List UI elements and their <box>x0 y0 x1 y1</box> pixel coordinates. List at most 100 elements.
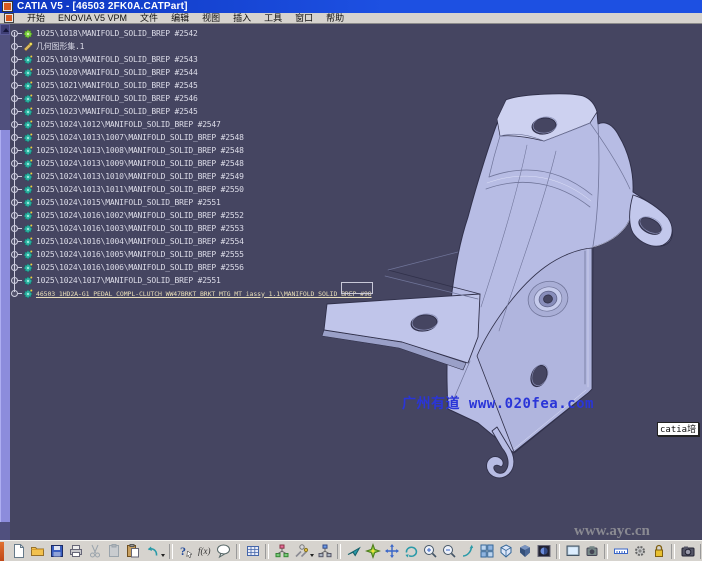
tree-item[interactable]: 1025\1024\1013\1011\MANIFOLD_SOLID_BREP … <box>10 183 244 196</box>
network-blue-icon[interactable] <box>316 543 333 560</box>
tree-node-handle[interactable] <box>11 160 18 167</box>
multi-view-icon[interactable] <box>478 543 495 560</box>
menu-item[interactable]: 插入 <box>233 13 251 24</box>
menu-item[interactable]: 编辑 <box>171 13 189 24</box>
tree-item-label: 1025\1024\1013\1008\MANIFOLD_SOLID_BREP … <box>36 146 244 155</box>
zoom-in-icon[interactable] <box>421 543 438 560</box>
scroll-up-button[interactable] <box>0 24 10 35</box>
normal-view-icon[interactable] <box>459 543 476 560</box>
bolts-icon[interactable] <box>292 543 309 560</box>
menu-item[interactable]: 窗口 <box>295 13 313 24</box>
tree-node-handle[interactable] <box>11 43 18 50</box>
toolbar-grip[interactable] <box>0 542 4 561</box>
tree-node-handle[interactable] <box>11 121 18 128</box>
save-icon[interactable] <box>48 543 65 560</box>
undo-icon[interactable] <box>143 543 160 560</box>
camera-rotate-icon[interactable] <box>583 543 600 560</box>
cut-disabled-icon[interactable] <box>86 543 103 560</box>
tree-item[interactable]: 1025\1019\MANIFOLD_SOLID_BREP #2543 <box>10 53 198 66</box>
render-style-icon[interactable] <box>535 543 552 560</box>
tree-node-handle[interactable] <box>11 173 18 180</box>
screen-icon[interactable] <box>564 543 581 560</box>
tree-item[interactable]: 1025\1024\1012\MANIFOLD_SOLID_BREP #2547 <box>10 118 221 131</box>
tree-item[interactable]: 1025\1024\1015\MANIFOLD_SOLID_BREP #2551 <box>10 196 221 209</box>
dropdown-arrow-icon[interactable] <box>310 554 314 557</box>
tree-item[interactable]: 1025\1020\MANIFOLD_SOLID_BREP #2544 <box>10 66 198 79</box>
tree-node-handle[interactable] <box>11 30 18 37</box>
document-icon[interactable] <box>4 13 14 23</box>
camera-icon[interactable] <box>679 543 696 560</box>
scrollbar-track[interactable] <box>0 35 10 130</box>
tree-node-handle[interactable] <box>11 108 18 115</box>
tree-item[interactable]: 1025\1024\1016\1004\MANIFOLD_SOLID_BREP … <box>10 235 244 248</box>
tree-node-handle[interactable] <box>11 82 18 89</box>
tree-node-handle[interactable] <box>11 147 18 154</box>
tree-item[interactable]: 46503 1HD2A-G1 PEDAL COMPL-CLUTCH WW47BR… <box>10 287 372 300</box>
tree-node-handle[interactable] <box>11 277 18 284</box>
menu-item[interactable]: 帮助 <box>326 13 344 24</box>
tree-item[interactable]: 1025\1024\1013\1008\MANIFOLD_SOLID_BREP … <box>10 144 244 157</box>
paste-disabled-icon[interactable] <box>105 543 122 560</box>
tree-node-handle[interactable] <box>11 186 18 193</box>
new-document-icon[interactable] <box>10 543 27 560</box>
tree-branch-line <box>18 163 22 164</box>
network-pink-icon[interactable] <box>273 543 290 560</box>
paste-special-icon[interactable] <box>124 543 141 560</box>
3d-viewport[interactable]: 1025\1018\MANIFOLD_SOLID_BREP #2542 几何图形… <box>0 24 702 540</box>
tree-node-handle[interactable] <box>11 251 18 258</box>
scrollbar-thumb[interactable] <box>0 130 10 522</box>
tree-node-handle[interactable] <box>11 95 18 102</box>
part-teal-icon <box>23 94 33 104</box>
tree-node-handle[interactable] <box>11 225 18 232</box>
menu-item[interactable]: 视图 <box>202 13 220 24</box>
pan-icon[interactable] <box>383 543 400 560</box>
tree-node-handle[interactable] <box>11 134 18 141</box>
shaded-view-icon[interactable] <box>516 543 533 560</box>
menu-item[interactable]: 文件 <box>140 13 158 24</box>
tree-node-handle[interactable] <box>11 69 18 76</box>
tree-item[interactable]: 1025\1024\1016\1005\MANIFOLD_SOLID_BREP … <box>10 248 244 261</box>
tree-node-handle[interactable] <box>11 212 18 219</box>
tree-node-handle[interactable] <box>11 56 18 63</box>
tree-node-handle[interactable] <box>11 290 18 297</box>
tree-item[interactable]: 1025\1021\MANIFOLD_SOLID_BREP #2545 <box>10 79 198 92</box>
label-edit-box[interactable] <box>341 282 373 294</box>
open-folder-icon[interactable] <box>29 543 46 560</box>
menu-item[interactable]: 工具 <box>264 13 282 24</box>
tree-branch-line <box>18 241 22 242</box>
annotation-icon[interactable] <box>215 543 232 560</box>
grid-icon[interactable] <box>244 543 261 560</box>
tree-item[interactable]: 1025\1024\1013\1009\MANIFOLD_SOLID_BREP … <box>10 157 244 170</box>
measure-icon[interactable] <box>612 543 629 560</box>
gear-page-icon[interactable] <box>631 543 648 560</box>
tree-scrollbar[interactable] <box>0 24 10 540</box>
tree-node-handle[interactable] <box>11 264 18 271</box>
tree-item[interactable]: 1025\1024\1013\1010\MANIFOLD_SOLID_BREP … <box>10 170 244 183</box>
menu-item[interactable]: 开始 <box>27 13 45 24</box>
tree-item[interactable]: 1025\1018\MANIFOLD_SOLID_BREP #2542 <box>10 27 198 40</box>
lock-icon[interactable] <box>650 543 667 560</box>
zoom-out-icon[interactable] <box>440 543 457 560</box>
help-icon[interactable]: ? <box>177 543 194 560</box>
tree-item[interactable]: 1025\1022\MANIFOLD_SOLID_BREP #2546 <box>10 92 198 105</box>
tree-item[interactable]: 1025\1023\MANIFOLD_SOLID_BREP #2545 <box>10 105 198 118</box>
dropdown-arrow-icon[interactable] <box>161 554 165 557</box>
title-bar[interactable]: CATIA V5 - [46503 2FK0A.CATPart] <box>0 0 702 13</box>
tree-node-handle[interactable] <box>11 199 18 206</box>
iso-view-icon[interactable] <box>497 543 514 560</box>
menu-item[interactable]: ENOVIA V5 VPM <box>58 13 127 24</box>
tree-item[interactable]: 1025\1024\1016\1006\MANIFOLD_SOLID_BREP … <box>10 261 244 274</box>
tree-item[interactable]: 1025\1024\1016\1003\MANIFOLD_SOLID_BREP … <box>10 222 244 235</box>
tree-node-handle[interactable] <box>11 238 18 245</box>
watermark-center: 广州有道 www.020fea.com <box>402 393 594 413</box>
rotate-icon[interactable] <box>402 543 419 560</box>
floating-toolbar-label[interactable]: catia培 <box>657 422 699 436</box>
tree-item[interactable]: 几何图形集.1 <box>10 40 84 53</box>
tree-item[interactable]: 1025\1024\1013\1007\MANIFOLD_SOLID_BREP … <box>10 131 244 144</box>
fit-all-icon[interactable] <box>364 543 381 560</box>
fly-mode-icon[interactable] <box>345 543 362 560</box>
print-icon[interactable] <box>67 543 84 560</box>
formula-icon[interactable]: f(x) <box>196 543 213 560</box>
tree-item[interactable]: 1025\1024\1017\MANIFOLD_SOLID_BREP #2551 <box>10 274 221 287</box>
tree-item[interactable]: 1025\1024\1016\1002\MANIFOLD_SOLID_BREP … <box>10 209 244 222</box>
